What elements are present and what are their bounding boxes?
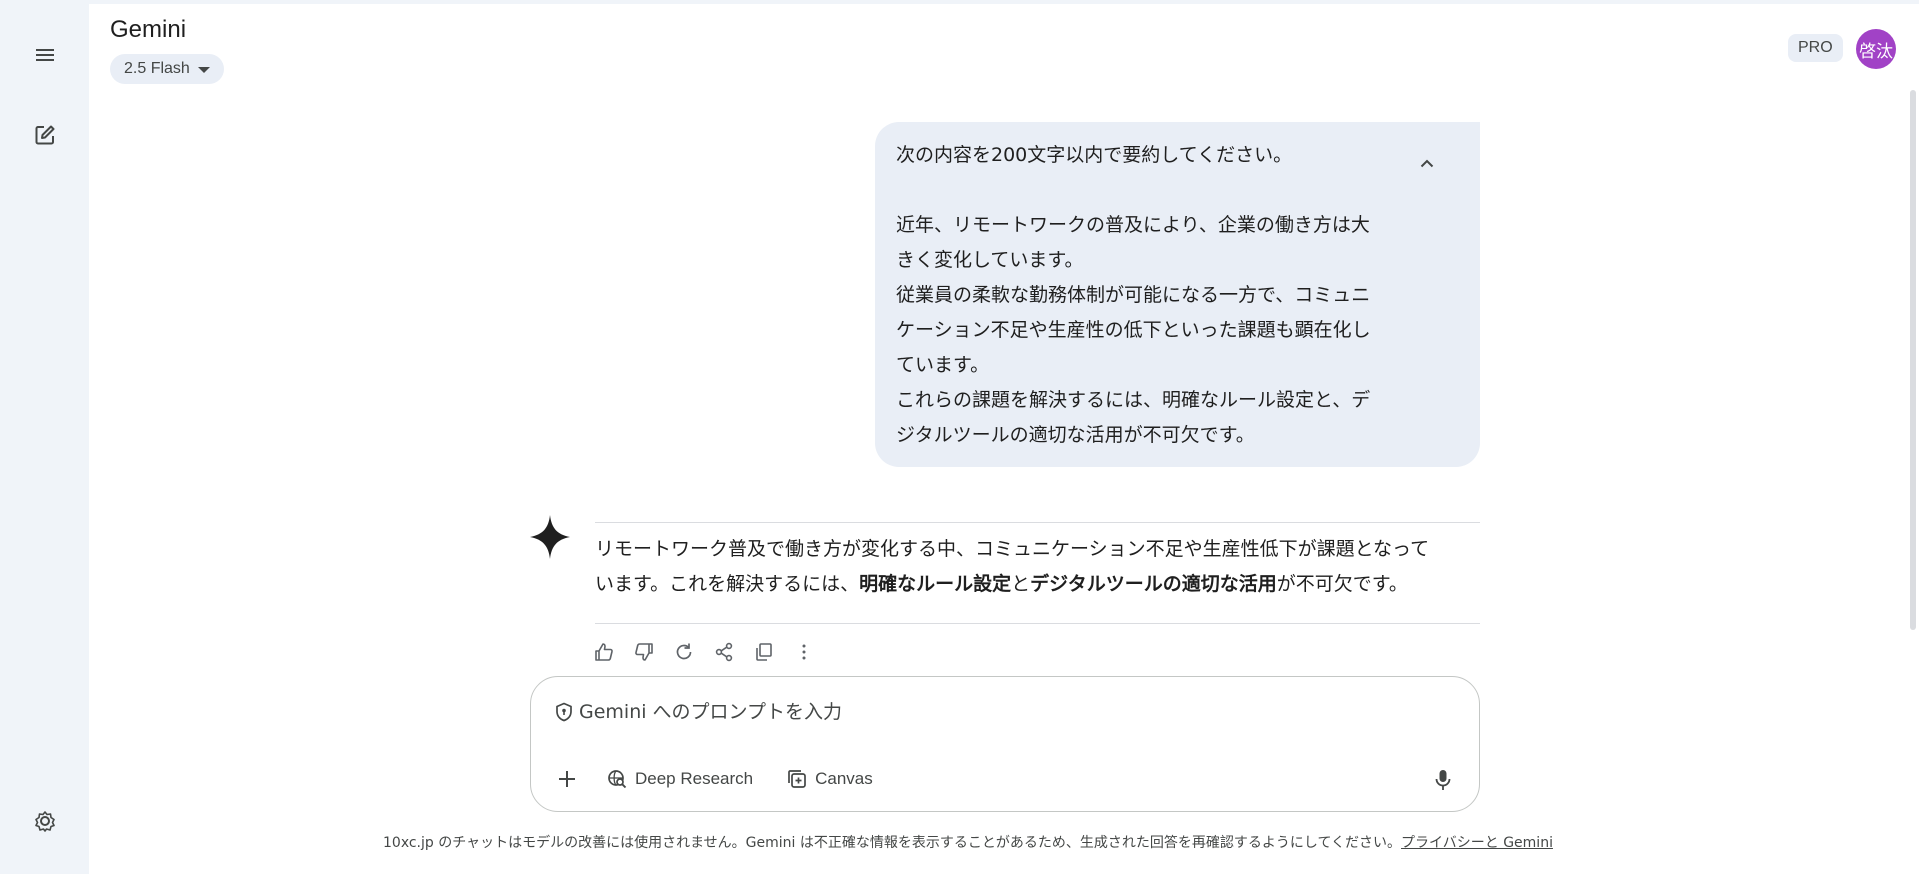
shield-icon [556,702,572,722]
scrollbar[interactable] [1910,90,1916,630]
share-button[interactable] [712,638,736,666]
response-line: リモートワーク普及で働き方が変化する中、コミュニケーション不足や生産性低下が課題… [595,538,1430,560]
menu-button[interactable] [24,34,66,76]
deep-research-label: Deep Research [635,769,754,788]
user-message: 次の内容を200文字以内で要約してください。 近年、リモートワークの普及により、… [875,122,1480,467]
microphone-icon [1435,770,1451,790]
prompt-input[interactable] [579,701,1399,723]
model-response: リモートワーク普及で働き方が変化する中、コミュニケーション不足や生産性低下が課題… [595,532,1480,602]
canvas-button[interactable]: Canvas [777,763,883,795]
thumbs-up-icon [595,643,613,661]
response-text: と [1011,573,1031,595]
top-border [0,0,1919,4]
share-icon [715,642,733,662]
new-chat-icon [35,125,55,145]
side-rail [0,4,89,874]
chevron-down-icon [197,67,210,73]
more-icon [802,644,806,660]
microphone-button[interactable] [1431,767,1455,793]
regenerate-button[interactable] [672,638,696,666]
response-divider-top [595,522,1480,523]
deep-research-icon [608,770,627,789]
deep-research-button[interactable]: Deep Research [597,763,763,795]
user-message-line: これらの課題を解決するには、明確なルール設定と、デ [896,389,1371,411]
disclaimer-footer: 10xc.jp のチャットはモデルの改善には使用されません。Gemini は不正… [383,832,1553,852]
response-actions [592,638,816,666]
avatar[interactable]: 啓汰 [1856,29,1896,69]
menu-icon [36,49,54,61]
regenerate-icon [676,643,692,660]
add-file-button[interactable] [551,763,583,795]
bad-response-button[interactable] [632,638,656,666]
privacy-link[interactable]: プライバシーと Gemini [1401,835,1553,851]
pro-badge[interactable]: PRO [1788,34,1843,62]
app-title: Gemini [110,16,187,43]
canvas-icon [788,770,806,788]
copy-button[interactable] [752,638,776,666]
response-text: が不可欠です。 [1276,573,1408,595]
composer-tools: Deep Research Canvas [551,763,883,795]
good-response-button[interactable] [592,638,616,666]
user-message-line: 次の内容を200文字以内で要約してください。 [896,144,1293,166]
response-bold-text: デジタルツールの適切な活用 [1030,573,1277,595]
copy-icon [756,643,772,661]
response-bold-text: 明確なルール設定 [859,573,1012,595]
model-label: 2.5 Flash [124,60,190,77]
thumbs-down-icon [635,643,653,661]
user-message-line: 近年、リモートワークの普及により、企業の働き方は大 [896,214,1370,236]
chevron-up-icon [1420,159,1434,167]
user-message-line: ジタルツールの適切な活用が不可欠です。 [896,424,1255,446]
more-options-button[interactable] [792,638,816,666]
new-chat-button[interactable] [24,114,66,156]
disclaimer-text: 10xc.jp のチャットはモデルの改善には使用されません。Gemini は不正… [383,835,1402,851]
response-text: います。これを解決するには、 [595,573,860,595]
settings-icon [35,811,55,832]
plus-icon [559,771,575,787]
gemini-spark-icon [530,515,570,559]
prompt-composer: Deep Research Canvas [530,676,1480,812]
response-line: います。これを解決するには、明確なルール設定とデジタルツールの適切な活用が不可欠… [595,567,1480,602]
canvas-label: Canvas [815,769,873,788]
user-message-line: 従業員の柔軟な勤務体制が可能になる一方で、コミュニ [896,284,1371,306]
user-message-blank-line [896,173,1460,208]
user-message-line: きく変化しています。 [896,249,1084,271]
model-selector[interactable]: 2.5 Flash [110,54,224,84]
response-divider-bottom [595,623,1480,624]
user-message-line: ケーション不足や生産性の低下といった課題も顕在化し [896,319,1371,341]
user-message-line: ています。 [896,354,990,376]
collapse-message-button[interactable] [1412,148,1442,178]
settings-button[interactable] [24,800,66,842]
prompt-row [555,701,1399,723]
